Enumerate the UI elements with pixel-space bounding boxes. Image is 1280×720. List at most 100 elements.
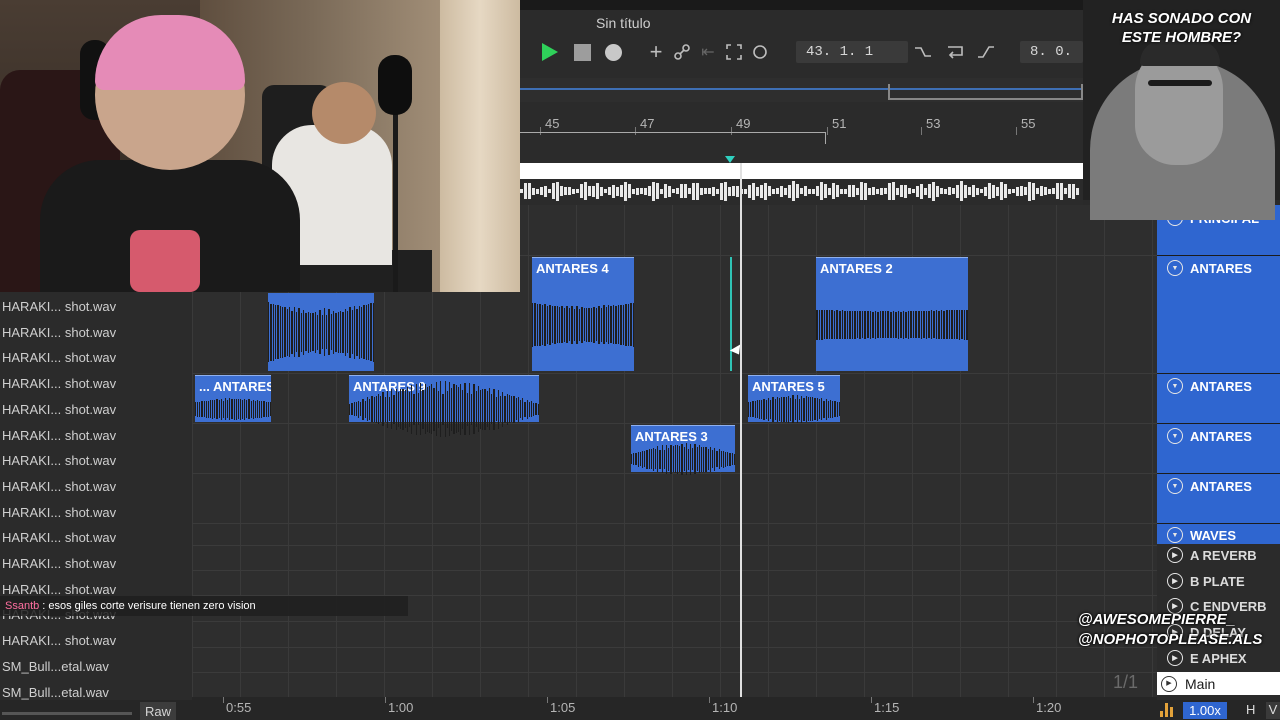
loop-circle-button[interactable]	[750, 40, 770, 64]
time-label: 1:10	[712, 700, 738, 715]
clip-waveform	[747, 395, 841, 423]
loop-length-display[interactable]: 8. 0.	[1020, 41, 1083, 63]
position-display[interactable]: 43. 1. 1	[796, 41, 908, 63]
group-antares[interactable]: ▼ ANTARES	[1160, 475, 1280, 497]
return-track[interactable]: ▶ B PLATE	[1160, 570, 1280, 592]
waveform-bar	[816, 397, 818, 421]
overview-waveform-bar	[956, 184, 959, 198]
overview-waveform-bar	[884, 188, 887, 194]
track-name[interactable]: HARAKI... shot.wav	[0, 345, 192, 370]
record-button[interactable]	[603, 40, 623, 64]
group-waves[interactable]: ▼ WAVES	[1160, 526, 1280, 544]
audio-clip[interactable]: ANTARES 9	[349, 375, 539, 437]
overview-waveform-bar	[880, 187, 883, 195]
track-name[interactable]: HARAKI... shot.wav	[0, 628, 192, 653]
track-name[interactable]: HARAKI... shot.wav	[0, 320, 192, 345]
waveform-bar	[497, 389, 499, 429]
waveform-bar	[406, 386, 408, 432]
overview-waveform-bar	[804, 186, 807, 196]
overview-waveform-bar	[604, 189, 607, 193]
main-label: Main	[1185, 675, 1216, 692]
v-toggle[interactable]: V	[1266, 702, 1280, 719]
loop-button[interactable]	[944, 40, 966, 64]
waveform-bar	[821, 309, 823, 340]
clip-waveform	[531, 278, 635, 371]
waveform-bar	[272, 303, 274, 361]
audio-clip[interactable]: ANTARES 4	[531, 257, 635, 371]
chevron-down-icon: ▼	[1167, 478, 1183, 494]
track-name[interactable]: HARAKI... shot.wav	[0, 397, 192, 422]
track-name[interactable]: HARAKI... shot.wav	[0, 474, 192, 499]
waveform-bar	[194, 402, 197, 416]
bar-number: 49	[736, 116, 751, 131]
track-name[interactable]: HARAKI... shot.wav	[0, 448, 192, 473]
group-antares[interactable]: ▼ ANTARES	[1160, 257, 1280, 279]
group-antares[interactable]: ▼ ANTARES	[1160, 375, 1280, 397]
automation-button[interactable]	[672, 40, 692, 64]
loop-brace[interactable]	[520, 132, 826, 144]
track-name[interactable]: HARAKI... shot.wav	[0, 371, 192, 396]
audio-clip[interactable]: ANTARES 2	[816, 257, 968, 371]
overview-waveform-bar	[644, 187, 647, 195]
overview-waveform-bar	[1036, 188, 1039, 194]
waveform-bar	[874, 310, 877, 339]
return-track[interactable]: ▶ A REVERB	[1160, 544, 1280, 566]
waveform-bar	[895, 311, 897, 338]
horizontal-scrollbar[interactable]	[2, 712, 132, 715]
waveform-bar	[685, 443, 687, 475]
play-button[interactable]	[540, 40, 560, 64]
audio-clip[interactable]	[267, 293, 375, 371]
punch-button[interactable]	[975, 40, 997, 64]
waveform-bar	[468, 383, 471, 435]
audio-clip[interactable]: ANTARES 5	[747, 375, 841, 423]
time-ruler[interactable]	[192, 697, 1157, 720]
zoom-level[interactable]: 1.00x	[1183, 702, 1227, 719]
group-label: ANTARES	[1190, 428, 1252, 444]
time-tick	[223, 697, 224, 703]
track-name[interactable]: SM_Bull...etal.wav	[0, 654, 192, 679]
fit-button[interactable]	[724, 40, 744, 64]
waveform-bar	[495, 397, 497, 421]
add-button[interactable]: +	[646, 39, 666, 64]
audio-clip[interactable]: ANTARES 3	[631, 425, 735, 475]
waveform-bar	[701, 446, 703, 472]
raw-button[interactable]: Raw	[140, 702, 176, 720]
track-name[interactable]: HARAKI... shot.wav	[0, 525, 192, 550]
track-name[interactable]: HARAKI... shot.wav	[0, 551, 192, 576]
row-separator	[192, 473, 1157, 474]
time-label: 1:00	[388, 700, 414, 715]
waveform-bar	[428, 385, 431, 433]
waveform-bar	[309, 312, 312, 352]
overview-waveform-bar	[704, 188, 707, 194]
waveform-bar	[499, 396, 502, 422]
waveform-bar	[248, 399, 250, 419]
follow-button[interactable]	[912, 40, 934, 64]
time-tick	[1033, 697, 1034, 703]
return-track[interactable]: ▶ E APHEX	[1160, 647, 1280, 669]
playhead-marker[interactable]	[725, 156, 735, 163]
playhead-line[interactable]	[740, 163, 742, 700]
track-name[interactable]: HARAKI... shot.wav	[0, 423, 192, 448]
h-toggle[interactable]: H	[1246, 702, 1255, 717]
waveform-bar	[462, 389, 464, 429]
waveform-bar	[216, 399, 218, 419]
overview-visible-range[interactable]	[888, 84, 1083, 100]
overview-waveform-bar	[928, 184, 931, 198]
overview-waveform-bar	[828, 187, 831, 195]
overview-waveform-bar	[1020, 186, 1023, 196]
waveform-bar	[281, 306, 284, 358]
audio-clip[interactable]: ... ANTARES	[194, 375, 272, 422]
group-antares[interactable]: ▼ ANTARES	[1160, 425, 1280, 447]
back-arrow-button[interactable]: ⇤	[698, 40, 718, 64]
waveform-bar	[351, 310, 354, 354]
waveform-bar	[422, 389, 424, 429]
waveform-bar	[286, 308, 288, 356]
main-track[interactable]: ▶ Main	[1157, 672, 1280, 695]
waveform-bar	[676, 444, 679, 474]
stop-button[interactable]	[572, 40, 592, 64]
overview-waveform-bar	[984, 186, 987, 196]
track-name[interactable]: HARAKI... shot.wav	[0, 500, 192, 525]
scrub-strip[interactable]	[520, 163, 1083, 179]
track-name[interactable]: HARAKI... shot.wav	[0, 294, 192, 319]
waveform-bar	[448, 382, 451, 436]
